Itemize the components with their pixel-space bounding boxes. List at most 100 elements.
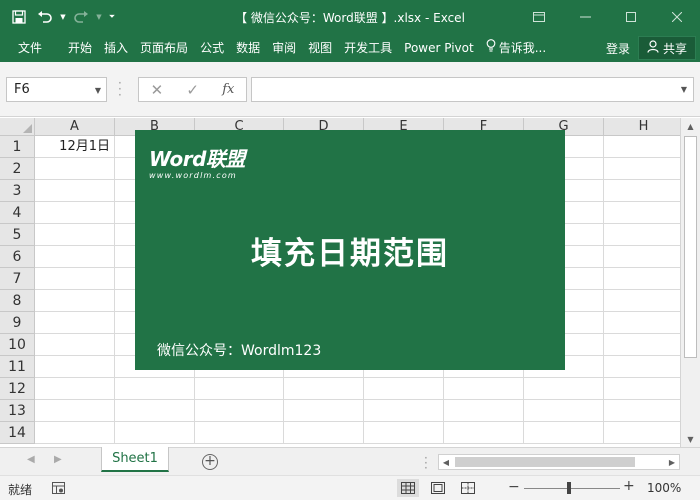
tab-developer[interactable]: 开发工具 xyxy=(338,34,398,62)
cell-a1[interactable]: 12月1日 xyxy=(35,136,115,158)
cell-g14[interactable] xyxy=(524,422,604,444)
chevron-down-icon[interactable]: ▼ xyxy=(95,86,101,95)
record-macro-icon[interactable] xyxy=(52,482,65,497)
ribbon-display-options-icon[interactable] xyxy=(516,0,562,34)
tab-split-handle[interactable]: · · · xyxy=(424,452,428,474)
tab-home[interactable]: 开始 xyxy=(56,34,98,62)
row-header-4[interactable]: 4 xyxy=(0,202,35,224)
zoom-slider[interactable] xyxy=(524,488,620,489)
cell-h5[interactable] xyxy=(604,224,680,246)
cell-h10[interactable] xyxy=(604,334,680,356)
cell-h12[interactable] xyxy=(604,378,680,400)
page-layout-view-icon[interactable] xyxy=(427,479,449,497)
cell-h1[interactable] xyxy=(604,136,680,158)
close-icon[interactable] xyxy=(654,0,700,34)
sign-in-link[interactable]: 登录 xyxy=(598,40,638,57)
cell-h3[interactable] xyxy=(604,180,680,202)
cell-h8[interactable] xyxy=(604,290,680,312)
cell-a12[interactable] xyxy=(35,378,115,400)
row-header-6[interactable]: 6 xyxy=(0,246,35,268)
tab-view[interactable]: 视图 xyxy=(302,34,338,62)
cell-a14[interactable] xyxy=(35,422,115,444)
row-header-7[interactable]: 7 xyxy=(0,268,35,290)
tell-me-box[interactable]: 告诉我... xyxy=(480,34,552,62)
cell-f12[interactable] xyxy=(444,378,524,400)
horizontal-scroll-thumb[interactable] xyxy=(455,457,635,467)
cell-e14[interactable] xyxy=(364,422,444,444)
formula-bar-resize-handle[interactable]: · · · xyxy=(118,77,122,101)
cell-b14[interactable] xyxy=(115,422,195,444)
cell-e13[interactable] xyxy=(364,400,444,422)
scroll-left-icon[interactable]: ◀ xyxy=(439,455,453,469)
cell-c14[interactable] xyxy=(195,422,284,444)
cell-h7[interactable] xyxy=(604,268,680,290)
previous-sheet-icon[interactable]: ◀ xyxy=(27,454,35,465)
expand-formula-bar-icon[interactable]: ▼ xyxy=(681,85,687,94)
maximize-icon[interactable] xyxy=(608,0,654,34)
cell-h6[interactable] xyxy=(604,246,680,268)
horizontal-scrollbar[interactable]: ◀ ▶ xyxy=(438,454,680,470)
cell-c12[interactable] xyxy=(195,378,284,400)
cancel-icon[interactable]: ✕ xyxy=(151,81,164,99)
tab-file[interactable]: 文件 xyxy=(0,34,56,62)
tab-data[interactable]: 数据 xyxy=(230,34,266,62)
cell-h14[interactable] xyxy=(604,422,680,444)
cell-a3[interactable] xyxy=(35,180,115,202)
cell-c13[interactable] xyxy=(195,400,284,422)
cell-f13[interactable] xyxy=(444,400,524,422)
cell-d13[interactable] xyxy=(284,400,364,422)
row-header-2[interactable]: 2 xyxy=(0,158,35,180)
select-all-corner[interactable] xyxy=(0,118,35,136)
cell-h13[interactable] xyxy=(604,400,680,422)
cell-h11[interactable] xyxy=(604,356,680,378)
zoom-slider-thumb[interactable] xyxy=(567,482,571,494)
scroll-right-icon[interactable]: ▶ xyxy=(665,455,679,469)
cell-e12[interactable] xyxy=(364,378,444,400)
cell-f14[interactable] xyxy=(444,422,524,444)
tab-review[interactable]: 审阅 xyxy=(266,34,302,62)
tab-power-pivot[interactable]: Power Pivot xyxy=(398,34,480,62)
row-header-13[interactable]: 13 xyxy=(0,400,35,422)
page-break-preview-icon[interactable] xyxy=(457,479,479,497)
minimize-icon[interactable] xyxy=(562,0,608,34)
cell-b13[interactable] xyxy=(115,400,195,422)
row-header-1[interactable]: 1 xyxy=(0,136,35,158)
scroll-up-icon[interactable]: ▲ xyxy=(681,118,700,134)
zoom-in-icon[interactable]: + xyxy=(623,478,635,494)
row-header-11[interactable]: 11 xyxy=(0,356,35,378)
cell-h4[interactable] xyxy=(604,202,680,224)
normal-view-icon[interactable] xyxy=(397,479,419,497)
column-header-h[interactable]: H xyxy=(604,118,680,136)
scroll-down-icon[interactable]: ▼ xyxy=(681,431,700,447)
tab-formulas[interactable]: 公式 xyxy=(194,34,230,62)
add-sheet-icon[interactable]: + xyxy=(202,454,218,470)
vertical-scroll-thumb[interactable] xyxy=(684,136,697,358)
cell-a2[interactable] xyxy=(35,158,115,180)
share-button[interactable]: 共享 xyxy=(637,36,696,60)
cell-a13[interactable] xyxy=(35,400,115,422)
zoom-level[interactable]: 100% xyxy=(647,481,681,495)
next-sheet-icon[interactable]: ▶ xyxy=(54,454,62,465)
cell-d14[interactable] xyxy=(284,422,364,444)
cell-a6[interactable] xyxy=(35,246,115,268)
cell-h2[interactable] xyxy=(604,158,680,180)
cell-a5[interactable] xyxy=(35,224,115,246)
cell-a10[interactable] xyxy=(35,334,115,356)
insert-function-icon[interactable]: fx xyxy=(222,82,234,97)
row-header-5[interactable]: 5 xyxy=(0,224,35,246)
tab-insert[interactable]: 插入 xyxy=(98,34,134,62)
cell-a8[interactable] xyxy=(35,290,115,312)
cell-a7[interactable] xyxy=(35,268,115,290)
row-header-9[interactable]: 9 xyxy=(0,312,35,334)
enter-icon[interactable]: ✓ xyxy=(186,81,199,99)
row-header-3[interactable]: 3 xyxy=(0,180,35,202)
cell-a9[interactable] xyxy=(35,312,115,334)
tab-page-layout[interactable]: 页面布局 xyxy=(134,34,194,62)
cell-a11[interactable] xyxy=(35,356,115,378)
cell-g13[interactable] xyxy=(524,400,604,422)
sheet-tab[interactable]: Sheet1 xyxy=(101,447,169,472)
row-header-12[interactable]: 12 xyxy=(0,378,35,400)
row-header-14[interactable]: 14 xyxy=(0,422,35,444)
formula-input[interactable]: ▼ xyxy=(251,77,694,102)
zoom-out-icon[interactable]: − xyxy=(508,479,520,495)
